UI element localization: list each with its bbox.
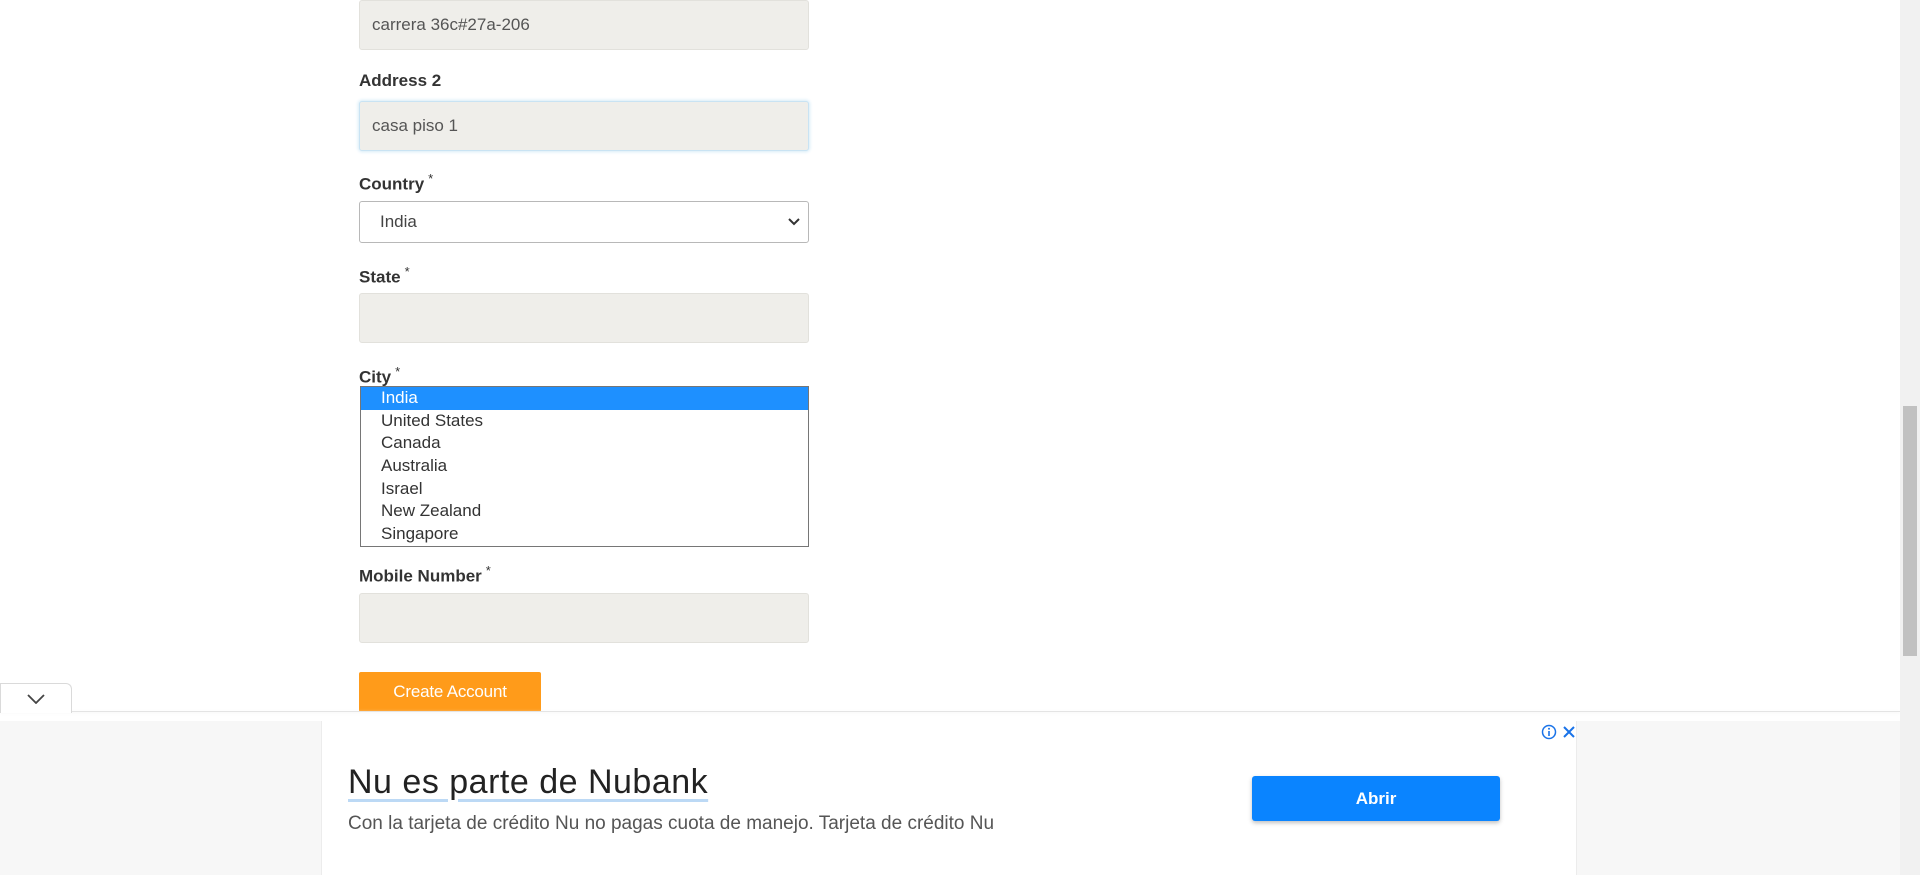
- ad-description: Con la tarjeta de crédito Nu no pagas cu…: [348, 813, 995, 834]
- required-mark: *: [404, 264, 410, 279]
- chevron-down-icon: [780, 202, 808, 242]
- country-label: Country *: [359, 171, 433, 195]
- ad-banner[interactable]: Nu es parte de Nubank Con la tarjeta de …: [321, 721, 1577, 875]
- address2-label: Address 2: [359, 71, 441, 91]
- page: Address 2 Country* India State* City* In…: [0, 0, 1920, 875]
- country-dropdown-list[interactable]: India United States Canada Australia Isr…: [360, 386, 809, 547]
- city-label-text: City: [359, 367, 392, 387]
- required-mark: *: [395, 364, 401, 379]
- country-label-text: Country: [359, 174, 425, 194]
- dropdown-option[interactable]: India: [361, 387, 808, 410]
- info-icon[interactable]: [1541, 724, 1557, 740]
- city-label: City *: [359, 364, 400, 388]
- dropdown-option[interactable]: New Zealand: [361, 500, 808, 523]
- state-input[interactable]: [359, 293, 809, 343]
- address2-label-text: Address 2: [359, 71, 442, 90]
- ad-background-right: [1577, 721, 1900, 875]
- chevron-down-icon: [27, 693, 45, 704]
- create-account-button[interactable]: Create Account: [359, 672, 541, 712]
- dropdown-option[interactable]: Israel: [361, 478, 808, 501]
- required-mark: *: [428, 171, 434, 186]
- ad-background-left: [0, 721, 321, 875]
- ad-open-button[interactable]: Abrir: [1252, 776, 1500, 821]
- dropdown-option[interactable]: Australia: [361, 455, 808, 478]
- ad-collapse-button[interactable]: [0, 683, 72, 713]
- country-select[interactable]: India: [359, 201, 809, 243]
- ad-divider: [0, 711, 1900, 712]
- address2-input[interactable]: [359, 101, 809, 151]
- mobile-label-text: Mobile Number: [359, 566, 482, 586]
- required-mark: *: [485, 563, 491, 578]
- dropdown-option[interactable]: United States: [361, 410, 808, 433]
- country-select-value: India: [380, 212, 417, 231]
- state-label-text: State: [359, 267, 401, 287]
- ad-title[interactable]: Nu es parte de Nubank: [348, 763, 708, 802]
- dropdown-option[interactable]: Canada: [361, 432, 808, 455]
- address1-input[interactable]: [359, 0, 809, 50]
- mobile-input[interactable]: [359, 593, 809, 643]
- dropdown-option[interactable]: Singapore: [361, 523, 808, 546]
- scrollbar-thumb[interactable]: [1903, 406, 1917, 656]
- mobile-label: Mobile Number *: [359, 563, 491, 587]
- close-icon[interactable]: [1561, 724, 1577, 740]
- state-label: State *: [359, 264, 410, 288]
- page-scrollbar[interactable]: [1900, 0, 1920, 875]
